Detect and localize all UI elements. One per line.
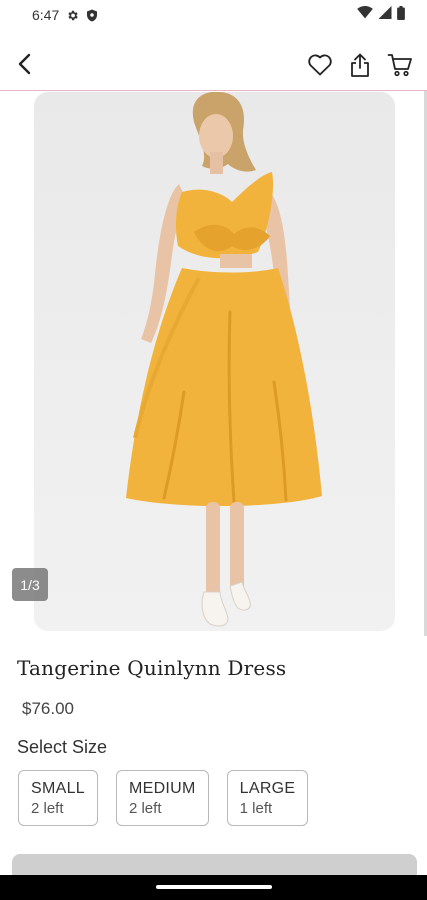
share-button[interactable] (347, 52, 373, 78)
size-name: LARGE (239, 780, 296, 797)
size-label: Select Size (17, 737, 108, 757)
dress-illustration (126, 92, 322, 627)
heart-icon (308, 54, 332, 76)
top-app-bar (0, 40, 427, 90)
product-image[interactable] (34, 92, 395, 631)
size-stock: 2 left (31, 800, 64, 817)
share-icon (351, 53, 369, 77)
size-name: MEDIUM (128, 780, 196, 797)
back-button[interactable] (12, 52, 36, 76)
size-stock: 2 left (128, 800, 162, 817)
status-time: 6:47 (32, 7, 60, 23)
cart-icon (387, 54, 412, 77)
image-counter: 1/3 (12, 568, 48, 601)
home-indicator[interactable] (156, 885, 272, 889)
header-actions (307, 52, 413, 78)
battery-icon (397, 5, 405, 25)
wishlist-button[interactable] (307, 52, 333, 78)
status-bar: 6:47 (0, 0, 427, 30)
signal-icon (378, 6, 392, 24)
status-right (357, 5, 405, 25)
chevron-left-icon (18, 53, 31, 75)
size-options: SMALL 2 left MEDIUM 2 left LARGE 1 left (18, 770, 309, 826)
product-title: Tangerine Quinlynn Dress (17, 656, 287, 680)
size-name: SMALL (31, 780, 85, 797)
product-price: $76.00 (22, 699, 74, 718)
wifi-icon (357, 6, 373, 24)
cart-button[interactable] (387, 52, 413, 78)
size-option-small[interactable]: SMALL 2 left (18, 770, 98, 826)
size-option-large[interactable]: LARGE 1 left (226, 770, 309, 826)
header-divider (0, 90, 427, 91)
gear-icon (66, 9, 79, 22)
status-left: 6:47 (32, 7, 98, 23)
size-stock: 1 left (239, 800, 273, 817)
shield-icon (86, 9, 98, 22)
size-option-medium[interactable]: MEDIUM 2 left (115, 770, 209, 826)
